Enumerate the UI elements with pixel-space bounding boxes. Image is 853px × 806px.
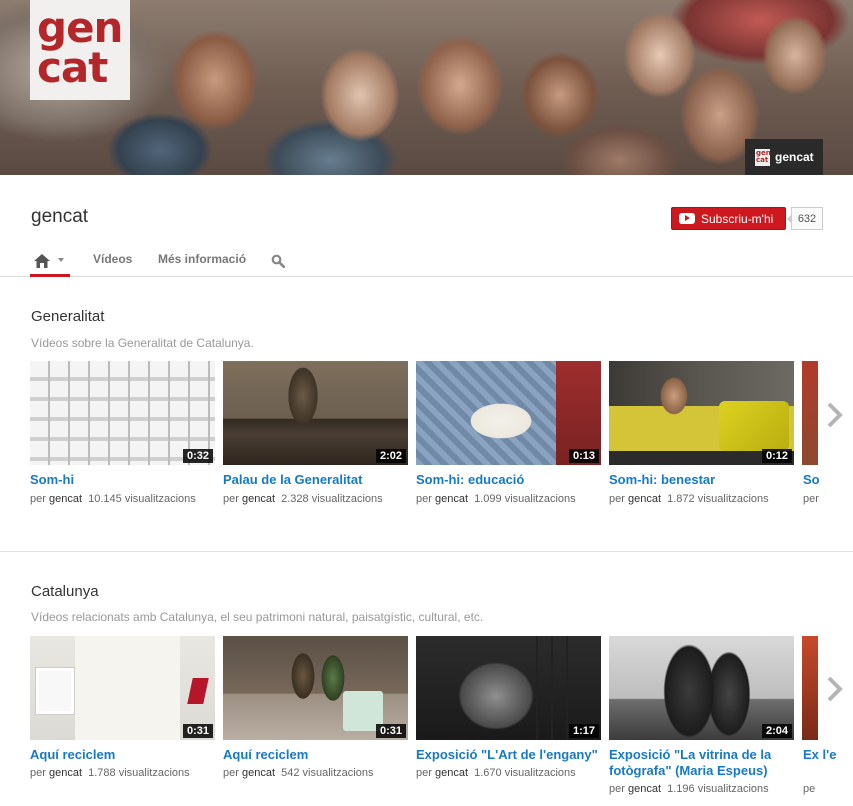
video-thumbnail[interactable]: 0:31	[223, 636, 408, 740]
author-link[interactable]: gencat	[628, 783, 661, 795]
video-thumbnail[interactable]: 2:02	[223, 361, 408, 465]
video-duration: 0:12	[761, 449, 792, 463]
subscribe-button[interactable]: Subscriu-m'hi	[671, 207, 786, 230]
author-link[interactable]: gencat	[49, 767, 82, 779]
video-thumbnail[interactable]: 0:12	[609, 361, 794, 465]
video-thumbnail[interactable]	[802, 636, 818, 740]
video-title-link[interactable]: Palau de la Generalitat	[223, 472, 413, 488]
view-count: 1.788 visualitzacions	[88, 767, 190, 779]
video-thumbnail[interactable]	[802, 361, 818, 465]
video-title-link[interactable]: Ex l'e	[803, 747, 853, 763]
video-title-link[interactable]: Aquí reciclem	[223, 747, 413, 763]
subscriber-count: 632	[787, 207, 823, 230]
video-thumbnail[interactable]: 0:31	[30, 636, 215, 740]
logo-line1: gen	[37, 3, 123, 52]
section-title[interactable]: Catalunya	[31, 583, 99, 600]
video-duration: 2:04	[761, 724, 792, 738]
gencat-logo[interactable]: gen cat	[30, 0, 130, 100]
video-thumbnail[interactable]: 0:13	[416, 361, 601, 465]
author-link[interactable]: gencat	[242, 767, 275, 779]
home-icon	[34, 254, 50, 268]
video-meta: per gencat 1.788 visualitzacions	[30, 767, 190, 779]
view-count: 1.872 visualitzacions	[667, 493, 769, 505]
video-meta: per gencat 542 visualitzacions	[223, 767, 374, 779]
banner-channel-label: gencat	[775, 150, 814, 164]
author-link[interactable]: gencat	[628, 493, 661, 505]
banner-channel-link[interactable]: gen cat gencat	[745, 139, 823, 175]
video-title-link[interactable]: So	[803, 472, 853, 488]
video-thumbnail[interactable]: 2:04	[609, 636, 794, 740]
youtube-icon	[679, 213, 695, 224]
search-icon[interactable]	[271, 254, 285, 268]
video-meta: pe	[803, 783, 816, 795]
chevron-down-icon[interactable]	[58, 258, 64, 262]
view-count: 542 visualitzacions	[281, 767, 374, 779]
view-count: 1.099 visualitzacions	[474, 493, 576, 505]
video-meta: per gencat 2.328 visualitzacions	[223, 493, 383, 505]
video-duration: 0:32	[182, 449, 213, 463]
video-title-link[interactable]: Exposició "La vitrina de la fotògrafa" (…	[609, 747, 794, 779]
tab-info[interactable]: Més informació	[158, 252, 246, 266]
author-link[interactable]: gencat	[242, 493, 275, 505]
video-duration: 2:02	[375, 449, 406, 463]
video-title-link[interactable]: Som-hi: educació	[416, 472, 606, 488]
section-divider	[0, 551, 853, 552]
author-link[interactable]: gencat	[435, 767, 468, 779]
tab-videos[interactable]: Vídeos	[93, 252, 132, 266]
subscribe-label: Subscriu-m'hi	[701, 211, 774, 226]
video-title-link[interactable]: Som-hi	[30, 472, 220, 488]
video-duration: 0:31	[375, 724, 406, 738]
video-meta: per gencat 10.145 visualitzacions	[30, 493, 196, 505]
video-duration: 0:31	[182, 724, 213, 738]
tab-home[interactable]	[30, 244, 70, 277]
video-thumbnail[interactable]: 0:32	[30, 361, 215, 465]
view-count: 10.145 visualitzacions	[88, 493, 196, 505]
video-meta: per gencat 1.196 visualitzacions	[609, 783, 769, 795]
section-description: Vídeos relacionats amb Catalunya, el seu…	[31, 610, 484, 624]
chevron-right-icon[interactable]	[824, 400, 846, 430]
channel-title[interactable]: gencat	[31, 206, 88, 228]
video-meta: per gencat 1.099 visualitzacions	[416, 493, 576, 505]
section-title[interactable]: Generalitat	[31, 308, 104, 325]
view-count: 2.328 visualitzacions	[281, 493, 383, 505]
mini-logo-icon: gen cat	[755, 148, 771, 166]
video-meta: per gencat 1.872 visualitzacions	[609, 493, 769, 505]
video-duration: 0:13	[568, 449, 599, 463]
channel-tabs: Vídeos Més informació	[0, 244, 853, 277]
video-title-link[interactable]: Exposició "L'Art de l'engany"	[416, 747, 606, 763]
video-thumbnail[interactable]: 1:17	[416, 636, 601, 740]
video-title-link[interactable]: Aquí reciclem	[30, 747, 220, 763]
section-description: Vídeos sobre la Generalitat de Catalunya…	[31, 336, 254, 350]
video-meta: per	[803, 493, 819, 505]
logo-line2: cat	[37, 43, 108, 92]
video-title-link[interactable]: Som-hi: benestar	[609, 472, 799, 488]
author-link[interactable]: gencat	[435, 493, 468, 505]
view-count: 1.196 visualitzacions	[667, 783, 769, 795]
channel-banner: gen cat gen cat gencat	[0, 0, 853, 175]
video-duration: 1:17	[568, 724, 599, 738]
video-meta: per gencat 1.670 visualitzacions	[416, 767, 576, 779]
chevron-right-icon[interactable]	[824, 674, 846, 704]
view-count: 1.670 visualitzacions	[474, 767, 576, 779]
author-link[interactable]: gencat	[49, 493, 82, 505]
